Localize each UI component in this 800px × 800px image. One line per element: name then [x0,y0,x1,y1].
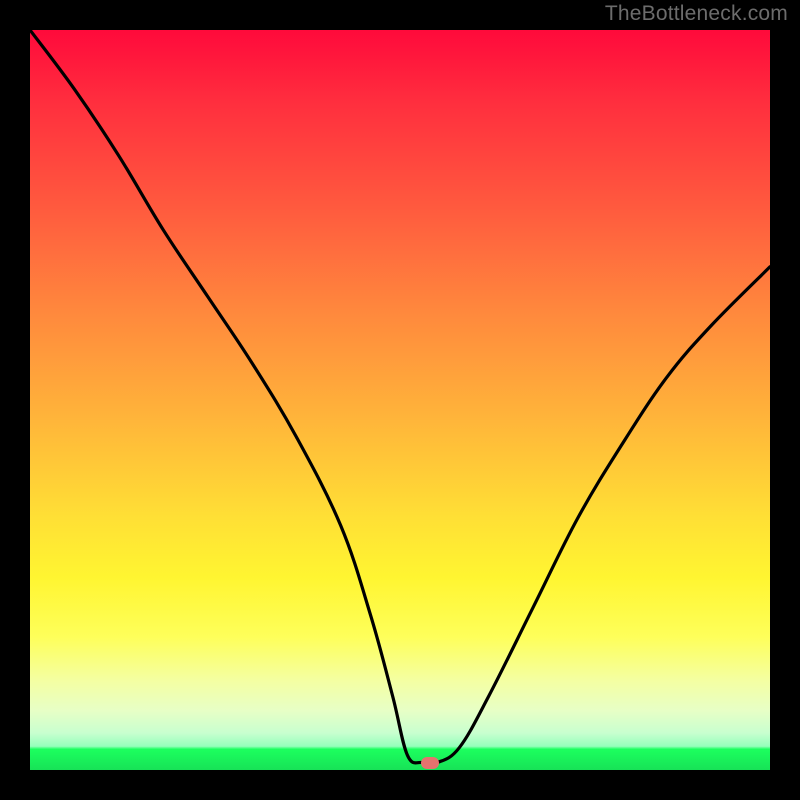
bottleneck-curve [30,30,770,770]
plot-area [30,30,770,770]
watermark-text: TheBottleneck.com [605,2,788,26]
optimum-marker [421,757,439,769]
chart-frame: TheBottleneck.com [0,0,800,800]
